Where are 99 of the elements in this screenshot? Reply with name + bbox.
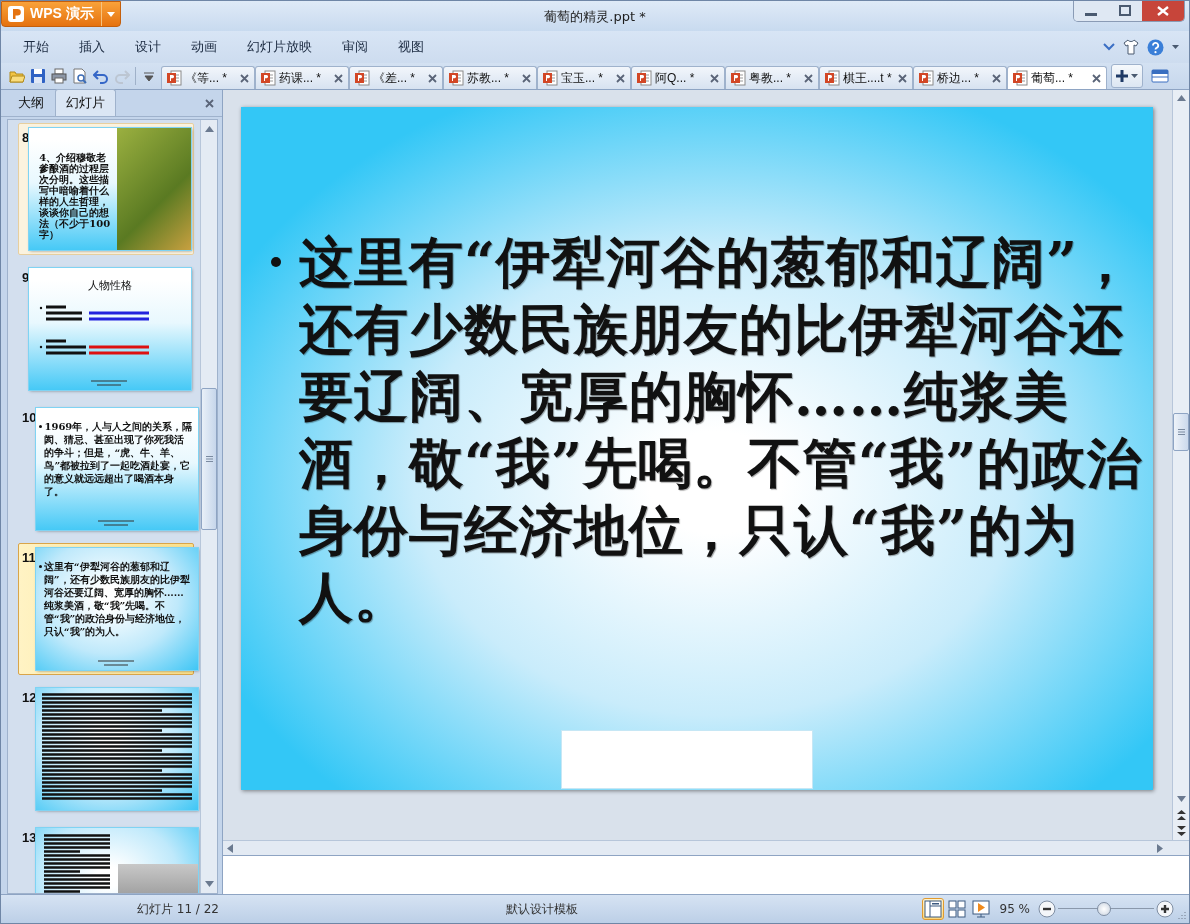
chevron-down-icon[interactable] xyxy=(1103,43,1115,51)
document-tab[interactable]: 苏教... * xyxy=(443,66,537,89)
undo-icon[interactable] xyxy=(93,68,109,84)
document-tab[interactable]: 宝玉... * xyxy=(537,66,631,89)
scroll-left-icon[interactable] xyxy=(227,843,233,853)
printer-icon[interactable] xyxy=(51,68,67,84)
menu-item[interactable]: 视图 xyxy=(392,35,430,59)
close-icon[interactable] xyxy=(428,73,437,83)
bullet-icon xyxy=(39,425,43,428)
menu-item[interactable]: 动画 xyxy=(185,35,223,59)
slider-thumb[interactable] xyxy=(1097,902,1112,916)
close-icon[interactable] xyxy=(992,73,1001,83)
bullet-icon xyxy=(38,565,42,568)
close-icon[interactable] xyxy=(240,73,249,83)
presentation-file-icon xyxy=(730,70,746,86)
document-tab[interactable]: 棋王....t * xyxy=(819,66,913,89)
document-tab[interactable]: 《等... * xyxy=(161,66,255,89)
slide-thumbnail[interactable]: 人物性格 xyxy=(29,268,192,390)
caret-icon xyxy=(1131,74,1138,78)
menu-item[interactable]: 设计 xyxy=(129,35,167,59)
shirt-icon[interactable] xyxy=(1123,39,1139,55)
window-title: 葡萄的精灵.ppt * xyxy=(544,8,646,26)
normal-view-icon xyxy=(922,899,943,919)
zoom-slider[interactable] xyxy=(1058,901,1154,917)
bullet-icon xyxy=(271,257,281,267)
close-icon[interactable] xyxy=(804,73,813,83)
close-icon[interactable] xyxy=(898,73,907,83)
presentation-file-icon xyxy=(1012,70,1028,86)
slide-body-text: 这里有“伊犁河谷的葱郁和辽阔”，还有少数民族朋友的比伊犁河谷还要辽阔、宽厚的胸怀……纯浆美酒，敬“我”先喝。不管“我”的政治身份与经济地位，只认“我”的为人。 xyxy=(299,229,1144,631)
grip-icon xyxy=(205,456,213,462)
save-icon[interactable] xyxy=(30,68,46,84)
slide-sorter-icon xyxy=(946,899,967,919)
slide-thumbnail[interactable]: 这里有“伊犁河谷的葱郁和辽阔”，还有少数民族朋友的比伊犁河谷还要辽阔、宽厚的胸怀……纯浆美酒，敬“我”先喝。不管“我”的政治身份与经济地位，只认“我”的为人。 xyxy=(35,548,198,670)
plus-icon xyxy=(1116,70,1128,82)
resize-grip-icon[interactable] xyxy=(1178,911,1186,919)
caret-icon[interactable] xyxy=(1172,45,1179,49)
footer-text-drawing xyxy=(95,660,136,666)
presentation-file-icon xyxy=(260,70,276,86)
slide-thumbnail-title: 人物性格 xyxy=(87,278,134,293)
grip-icon xyxy=(1177,429,1185,435)
presentation-file-icon xyxy=(166,70,182,86)
scroll-right-icon[interactable] xyxy=(1157,843,1163,853)
footer-text-drawing xyxy=(89,380,130,386)
presentation-file-icon xyxy=(448,70,464,86)
slide-thumbnail[interactable]: 4、介绍穆敬老爹酿酒的过程层次分明。这些描写中暗喻着什么样的人生哲理，谈谈你自己的想法（不少于100字） xyxy=(29,128,192,250)
slide-counter: 幻灯片 11 / 22 xyxy=(135,900,220,918)
view-button[interactable] xyxy=(921,898,944,920)
slide-thumbnail-text: 1969年，人与人之间的关系，隔阂、猜忌、甚至出现了你死我活的争斗；但是，“虎、牛、羊、鸟”都被拉到了一起吃酒赴宴，它的意义就远远超出了喝酒本身了。 xyxy=(44,420,193,498)
window-layout-icon[interactable] xyxy=(1151,69,1169,83)
slide-thumbnail[interactable]: 1969年，人与人之间的关系，隔阂、猜忌、甚至出现了你死我活的争斗；但是，“虎、牛、羊、鸟”都被拉到了一起吃酒赴宴，它的意义就远远超出了喝酒本身了。 xyxy=(36,408,199,530)
next-slide-icon[interactable] xyxy=(1176,826,1186,836)
menu-item[interactable]: 开始 xyxy=(17,35,55,59)
sidebar-tab[interactable]: 大纲 xyxy=(7,89,55,116)
help-icon[interactable] xyxy=(1147,38,1164,56)
menu-item[interactable]: 插入 xyxy=(73,35,111,59)
new-tab-button[interactable] xyxy=(1111,64,1143,88)
previous-slide-icon[interactable] xyxy=(1176,810,1186,820)
document-tab[interactable]: 葡萄... * xyxy=(1007,66,1107,89)
close-icon[interactable] xyxy=(616,73,625,83)
footer-text-drawing xyxy=(96,520,137,526)
document-tab[interactable]: 药课... * xyxy=(255,66,349,89)
close-icon[interactable] xyxy=(1092,73,1101,83)
document-tab[interactable]: 阿Q... * xyxy=(631,66,725,89)
slide-number: 11 xyxy=(22,549,36,565)
menu-item[interactable]: 幻灯片放映 xyxy=(241,35,318,59)
document-tab[interactable]: 《差... * xyxy=(349,66,443,89)
logo-icon xyxy=(8,6,24,22)
slide-thumbnail-text: 这里有“伊犁河谷的葱郁和辽阔”，还有少数民族朋友的比伊犁河谷还要辽阔、宽厚的胸怀……纯浆美酒，敬“我”先喝。不管“我”的政治身份与经济地位，只认“我”的为人。 xyxy=(43,560,191,638)
scroll-down-icon[interactable] xyxy=(1176,796,1186,802)
close-icon[interactable] xyxy=(1142,1,1184,21)
caret-icon[interactable] xyxy=(107,11,115,17)
scrollbar-thumb[interactable] xyxy=(1173,413,1189,451)
view-button[interactable] xyxy=(969,898,992,920)
presentation-file-icon xyxy=(918,70,934,86)
scroll-up-icon[interactable] xyxy=(204,126,214,132)
notes-pane[interactable] xyxy=(223,855,1189,894)
sidebar-tab[interactable]: 幻灯片 xyxy=(55,89,116,116)
print-preview-icon[interactable] xyxy=(72,68,88,84)
close-icon[interactable] xyxy=(334,73,343,83)
template-name: 默认设计模板 xyxy=(505,900,580,918)
presentation-file-icon xyxy=(824,70,840,86)
close-icon[interactable] xyxy=(205,98,214,108)
close-icon[interactable] xyxy=(522,73,531,83)
view-button[interactable] xyxy=(945,898,968,920)
menu-item[interactable]: 审阅 xyxy=(336,35,374,59)
scroll-down-icon[interactable] xyxy=(204,881,214,887)
scroll-up-icon[interactable] xyxy=(1176,95,1186,101)
zoom-level: 95 % xyxy=(999,902,1030,916)
zoom-out-icon[interactable] xyxy=(1038,900,1056,918)
close-icon[interactable] xyxy=(710,73,719,83)
presentation-file-icon xyxy=(354,70,370,86)
document-tab[interactable]: 桥边... * xyxy=(913,66,1007,89)
scrollbar-thumb[interactable] xyxy=(201,388,217,530)
zoom-in-icon[interactable] xyxy=(1156,900,1174,918)
presentation-file-icon xyxy=(636,70,652,86)
slideshow-icon xyxy=(970,899,991,919)
presentation-file-icon xyxy=(542,70,558,86)
document-tab[interactable]: 粤教... * xyxy=(725,66,819,89)
slide-thumbnail-text: 4、介绍穆敬老爹酿酒的过程层次分明。这些描写中暗喻着什么样的人生哲理，谈谈你自己的想法（不少于100字） xyxy=(39,152,112,240)
